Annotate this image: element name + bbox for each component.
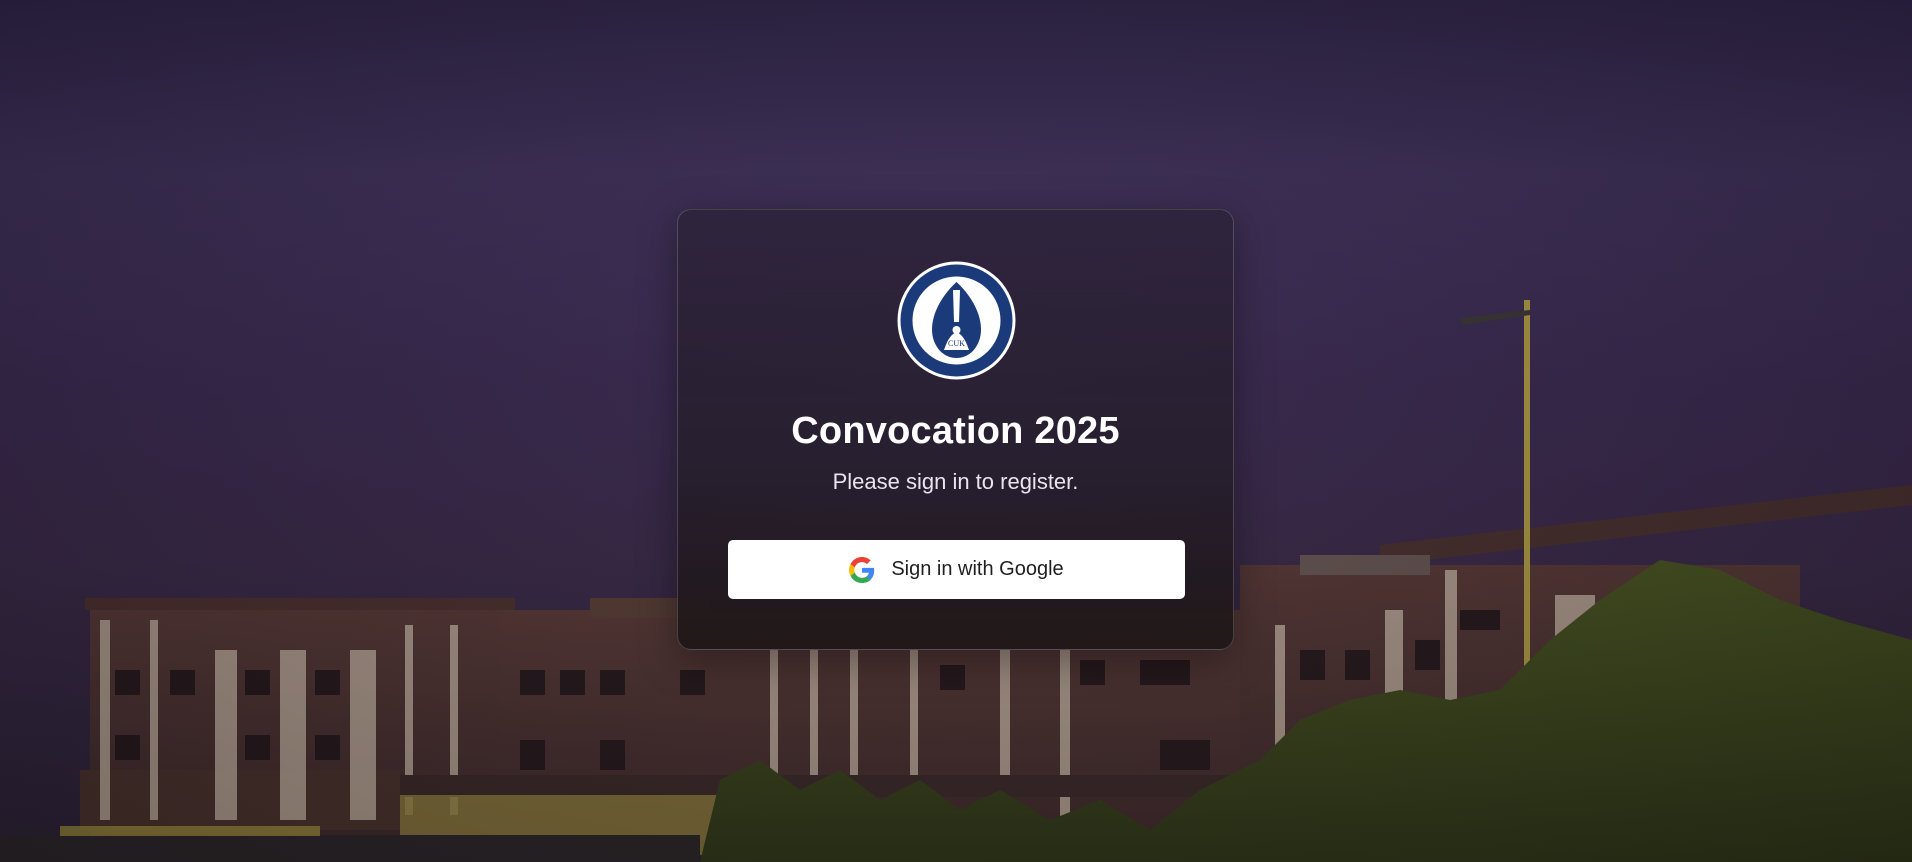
google-signin-label: Sign in with Google [891,558,1064,580]
google-signin-button[interactable]: Sign in with Google [728,540,1185,599]
page-subtitle: Please sign in to register. [832,469,1079,494]
google-icon [849,556,875,583]
page-title: Convocation 2025 [791,410,1120,452]
svg-text:CUK: CUK [948,339,965,348]
university-logo-icon: CUK [897,261,1016,380]
signin-card: CUK Convocation 2025 Please sign in to r… [677,209,1234,650]
